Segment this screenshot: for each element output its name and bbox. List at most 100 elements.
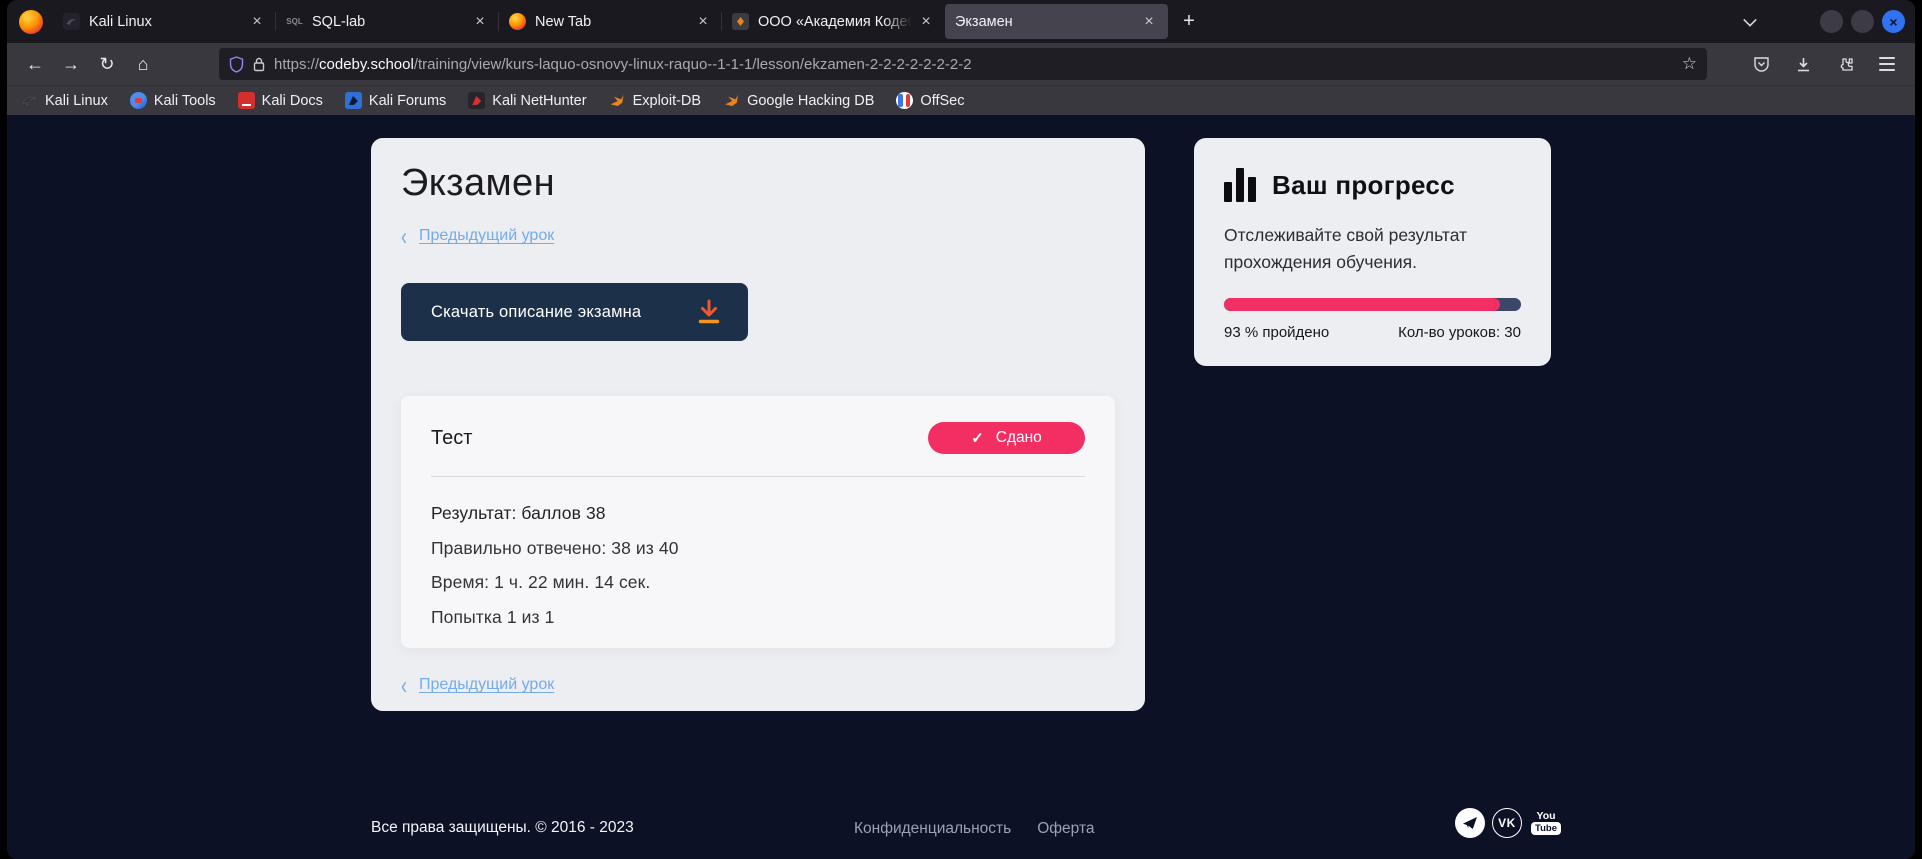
tab-kali-linux[interactable]: Kali Linux × [53, 4, 276, 39]
lessons-count-label: Кол-во уроков: 30 [1398, 324, 1521, 341]
page-footer: Все права защищены. © 2016 - 2023 Конфид… [7, 803, 1915, 859]
footer-links: Конфиденциальность Оферта [854, 820, 1095, 838]
bookmark-kali-nethunter[interactable]: Kali NetHunter [468, 92, 586, 109]
tab-close-icon[interactable]: × [915, 11, 937, 33]
tab-exam-active[interactable]: Экзамен × [945, 4, 1168, 39]
bookmarks-bar: Kali Linux Kali Tools Kali Docs Kali For… [7, 85, 1915, 115]
url-host: codeby.school [319, 56, 414, 73]
result-attempt: Попытка 1 из 1 [431, 607, 1085, 628]
bookmark-label: Kali Tools [154, 93, 216, 109]
previous-lesson-label[interactable]: Предыдущий урок [419, 227, 554, 245]
offsec-icon [896, 92, 913, 109]
result-time: Время: 1 ч. 22 мин. 14 сек. [431, 572, 1085, 593]
tab-title: Экзамен [955, 14, 1138, 30]
home-button[interactable]: ⌂ [127, 48, 159, 80]
list-tabs-chevron-icon[interactable] [1743, 13, 1757, 27]
chevron-left-icon: ‹ [401, 223, 407, 248]
tab-sql-lab[interactable]: SQL SQL-lab × [276, 4, 499, 39]
passed-status-badge: ✓ Сдано [928, 422, 1085, 454]
bar-chart-icon [1224, 168, 1256, 202]
download-button-label: Скачать описание экзамна [431, 303, 641, 322]
tab-new-tab[interactable]: New Tab × [499, 4, 722, 39]
toolbar-right-icons [1745, 48, 1903, 80]
result-score: Результат: баллов 38 [431, 503, 1085, 524]
bookmark-kali-forums[interactable]: Kali Forums [345, 92, 446, 109]
progress-card: Ваш прогресс Отслеживайте свой результат… [1194, 138, 1551, 366]
bookmark-kali-tools[interactable]: Kali Tools [130, 92, 216, 109]
exam-card: Экзамен ‹ Предыдущий урок Скачать описан… [371, 138, 1145, 711]
back-button[interactable]: ← [19, 48, 51, 80]
forward-button[interactable]: → [55, 48, 87, 80]
tab-title: ООО «Академия Кодеба [758, 14, 915, 30]
sql-favicon-icon: SQL [286, 13, 303, 30]
tab-codeby-academy[interactable]: ООО «Академия Кодеба × [722, 4, 945, 39]
window-close-button[interactable]: × [1882, 10, 1905, 33]
bookmark-star-icon[interactable]: ☆ [1682, 54, 1697, 74]
test-result-card: Тест ✓ Сдано Результат: баллов 38 Правил… [401, 396, 1115, 648]
url-prefix: https:// [274, 56, 319, 73]
telegram-icon[interactable] [1455, 808, 1485, 838]
menu-hamburger-icon[interactable] [1871, 48, 1903, 80]
previous-lesson-link-top[interactable]: ‹ Предыдущий урок [401, 227, 1115, 245]
bookmark-label: Kali Forums [369, 93, 446, 109]
downloads-icon[interactable] [1787, 48, 1819, 80]
bookmark-label: OffSec [920, 93, 964, 109]
chevron-left-icon: ‹ [401, 672, 407, 697]
bookmark-offsec[interactable]: OffSec [896, 92, 964, 109]
offer-link[interactable]: Оферта [1037, 820, 1094, 838]
youtube-icon[interactable]: You Tube [1529, 808, 1563, 838]
reload-button[interactable]: ↻ [91, 48, 123, 80]
test-header: Тест ✓ Сдано [431, 422, 1085, 454]
minimize-button[interactable] [1820, 10, 1843, 33]
bookmark-label: Kali Linux [45, 93, 108, 109]
tab-close-icon[interactable]: × [246, 11, 268, 33]
bookmark-google-hacking-db[interactable]: Google Hacking DB [723, 92, 874, 109]
bookmark-exploit-db[interactable]: Exploit-DB [609, 92, 702, 109]
vk-icon[interactable]: VK [1492, 808, 1522, 838]
kali-dragon-icon [21, 92, 38, 109]
bookmark-label: Google Hacking DB [747, 93, 874, 109]
download-exam-description-button[interactable]: Скачать описание экзамна [401, 283, 748, 341]
previous-lesson-link-bottom[interactable]: ‹ Предыдущий урок [401, 676, 1115, 694]
url-bar[interactable]: https://codeby.school/training/view/kurs… [219, 48, 1707, 80]
maximize-button[interactable] [1851, 10, 1874, 33]
pocket-icon[interactable] [1745, 48, 1777, 80]
progress-bar-track [1224, 298, 1521, 311]
privacy-link[interactable]: Конфиденциальность [854, 820, 1011, 838]
tracking-shield-icon[interactable] [229, 56, 244, 73]
tab-title: New Tab [535, 14, 692, 30]
bookmark-kali-docs[interactable]: Kali Docs [238, 92, 323, 109]
download-arrow-icon [696, 298, 722, 326]
test-results: Результат: баллов 38 Правильно отвечено:… [431, 503, 1085, 628]
badge-label: Сдано [996, 429, 1042, 447]
firefox-favicon-icon [509, 13, 526, 30]
window-controls: × [1820, 10, 1905, 33]
progress-description: Отслеживайте свой результат прохождения … [1224, 222, 1494, 276]
bookmark-kali-linux[interactable]: Kali Linux [21, 92, 108, 109]
codeby-favicon-icon [732, 13, 749, 30]
tab-title: Kali Linux [89, 14, 246, 30]
url-path: /training/view/kurs-laquo-osnovy-linux-r… [414, 56, 972, 73]
tab-close-icon[interactable]: × [692, 11, 714, 33]
previous-lesson-label[interactable]: Предыдущий урок [419, 676, 554, 694]
kali-docs-icon [238, 92, 255, 109]
kali-dragon-favicon-icon [63, 13, 80, 30]
divider [431, 476, 1085, 477]
test-title: Тест [431, 427, 472, 450]
percent-complete-label: 93 % пройдено [1224, 324, 1329, 341]
progress-labels: 93 % пройдено Кол-во уроков: 30 [1224, 324, 1521, 341]
copyright-text: Все права защищены. © 2016 - 2023 [371, 819, 634, 837]
firefox-logo-icon [19, 10, 43, 34]
kali-nethunter-icon [468, 92, 485, 109]
lock-icon[interactable] [253, 57, 265, 72]
browser-window: Kali Linux × SQL SQL-lab × New Tab × ООО… [7, 0, 1915, 859]
tab-close-icon[interactable]: × [469, 11, 491, 33]
progress-title: Ваш прогресс [1272, 170, 1455, 201]
url-text: https://codeby.school/training/view/kurs… [274, 56, 1673, 73]
new-tab-button[interactable]: + [1174, 7, 1204, 37]
tab-bar: Kali Linux × SQL SQL-lab × New Tab × ООО… [7, 0, 1915, 43]
checkmark-icon: ✓ [971, 429, 984, 447]
extensions-puzzle-icon[interactable] [1829, 48, 1861, 80]
tab-close-icon[interactable]: × [1138, 11, 1160, 33]
result-correct: Правильно отвечено: 38 из 40 [431, 538, 1085, 559]
